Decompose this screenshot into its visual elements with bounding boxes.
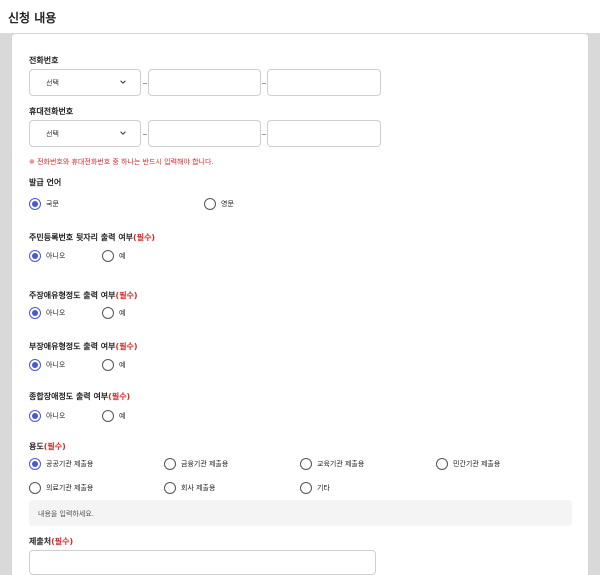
rrn-option-no[interactable]: 아니오	[29, 250, 65, 262]
chevron-down-icon	[120, 80, 126, 84]
purpose-option-public[interactable]: 공공기관 제출용	[29, 458, 93, 470]
phone-label: 전화번호	[29, 56, 59, 65]
radio-unselected-icon	[164, 458, 176, 470]
phone-last-input[interactable]	[267, 69, 381, 96]
total-disability-label: 종합장애정도 출력 여부(필수)	[29, 392, 131, 401]
purpose-detail-placeholder: 내용을 입력하세요.	[38, 510, 94, 518]
sub-disability-label: 부장애유형정도 출력 여부(필수)	[29, 342, 138, 351]
purpose-label: 용도(필수)	[29, 442, 66, 451]
section-title: 신청 내용	[8, 11, 57, 25]
mobile-prefix-select-value: 선택	[46, 130, 59, 138]
radio-unselected-icon	[102, 250, 114, 262]
radio-unselected-icon	[164, 482, 176, 494]
mobile-last-input[interactable]	[267, 120, 381, 147]
chevron-down-icon	[120, 131, 126, 135]
radio-selected-icon	[29, 359, 41, 371]
submit-to-input[interactable]	[29, 550, 376, 575]
radio-unselected-icon	[204, 198, 216, 210]
phone-dash-1	[143, 83, 147, 84]
radio-selected-icon	[29, 250, 41, 262]
phone-area-select[interactable]: 선택	[29, 69, 141, 96]
radio-unselected-icon	[102, 359, 114, 371]
radio-unselected-icon	[300, 482, 312, 494]
mobile-label: 휴대전화번호	[29, 107, 74, 116]
language-option-english[interactable]: 영문	[204, 198, 234, 210]
language-label: 발급 언어	[29, 178, 62, 187]
phone-dash-2	[262, 83, 266, 84]
total-disability-option-yes[interactable]: 예	[102, 410, 125, 422]
total-disability-option-no[interactable]: 아니오	[29, 410, 65, 422]
purpose-option-company[interactable]: 회사 제출용	[164, 482, 215, 494]
phone-middle-input[interactable]	[148, 69, 261, 96]
radio-unselected-icon	[29, 482, 41, 494]
main-disability-label: 주장애유형정도 출력 여부(필수)	[29, 291, 138, 300]
radio-selected-icon	[29, 307, 41, 319]
purpose-option-medical[interactable]: 의료기관 제출용	[29, 482, 93, 494]
language-option-korean[interactable]: 국문	[29, 198, 59, 210]
radio-unselected-icon	[102, 410, 114, 422]
radio-selected-icon	[29, 458, 41, 470]
purpose-option-other[interactable]: 기타	[300, 482, 330, 494]
mobile-dash-1	[143, 134, 147, 135]
sub-disability-option-no[interactable]: 아니오	[29, 359, 65, 371]
sub-disability-option-yes[interactable]: 예	[102, 359, 125, 371]
rrn-output-label: 주민등록번호 뒷자리 출력 여부(필수)	[29, 233, 156, 242]
purpose-option-private[interactable]: 민간기관 제출용	[436, 458, 500, 470]
mobile-prefix-select[interactable]: 선택	[29, 120, 141, 147]
radio-selected-icon	[29, 410, 41, 422]
rrn-option-yes[interactable]: 예	[102, 250, 125, 262]
phone-area-select-value: 선택	[46, 79, 59, 87]
submit-to-label: 제출처(필수)	[29, 537, 74, 546]
mobile-middle-input[interactable]	[148, 120, 261, 147]
radio-selected-icon	[29, 198, 41, 210]
purpose-option-financial[interactable]: 금융기관 제출용	[164, 458, 228, 470]
radio-unselected-icon	[436, 458, 448, 470]
main-disability-option-yes[interactable]: 예	[102, 307, 125, 319]
main-disability-option-no[interactable]: 아니오	[29, 307, 65, 319]
radio-unselected-icon	[102, 307, 114, 319]
phone-required-note: ※ 전화번호와 휴대전화번호 중 하나는 반드시 입력해야 합니다.	[29, 158, 214, 166]
top-band	[0, 0, 600, 33]
mobile-dash-2	[262, 134, 266, 135]
purpose-option-education[interactable]: 교육기관 제출용	[300, 458, 364, 470]
radio-unselected-icon	[300, 458, 312, 470]
purpose-detail-textarea[interactable]: 내용을 입력하세요.	[29, 500, 572, 526]
